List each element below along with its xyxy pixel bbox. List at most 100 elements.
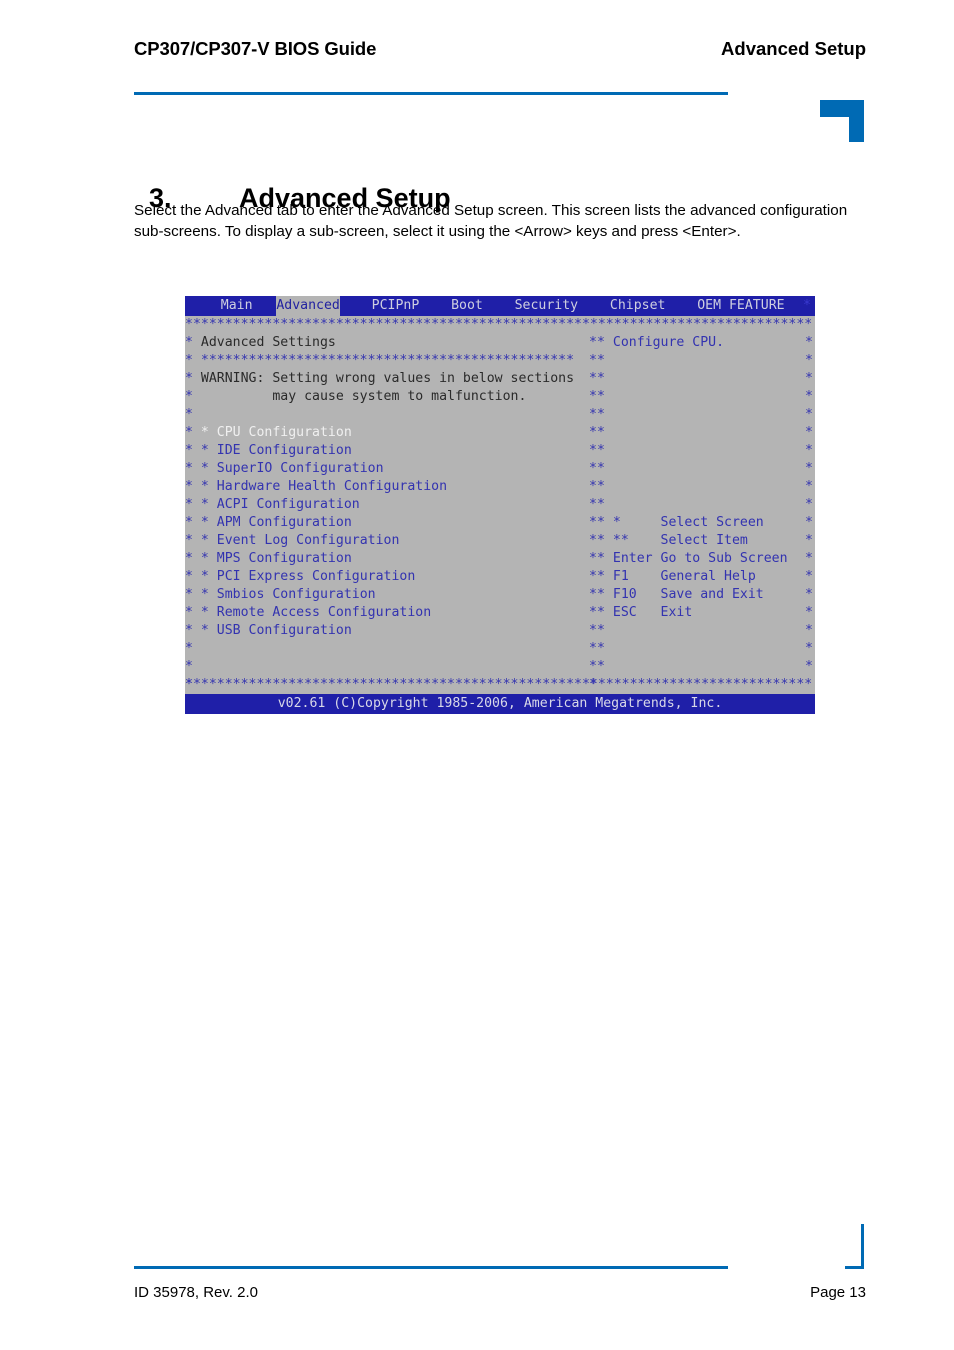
row-left-marker: *: [185, 659, 201, 674]
row-left-marker: *: [597, 335, 613, 350]
bios-key-hint-row-general-help[interactable]: * F1 General Help *: [597, 568, 815, 586]
row-right-marker: *: [589, 659, 597, 674]
bios-item-row-acpi-configuration[interactable]: * * ACPI Configuration *: [185, 496, 597, 514]
header-rule: [134, 92, 728, 95]
row-left-marker: *: [185, 587, 201, 602]
bios-item-row-usb-configuration[interactable]: * * USB Configuration *: [185, 622, 597, 640]
bios-item-label-apm-configuration: APM Configuration: [216, 515, 352, 530]
bios-item-row-apm-configuration[interactable]: * * APM Configuration *: [185, 514, 597, 532]
bios-key-hint-row-select-item[interactable]: * ** Select Item *: [597, 532, 815, 550]
row-right-marker: *: [589, 497, 597, 512]
row-right-marker: *: [805, 605, 813, 620]
bios-item-row-mps-configuration[interactable]: * * MPS Configuration *: [185, 550, 597, 568]
page-header: CP307/CP307-V BIOS Guide Advanced Setup: [0, 0, 954, 142]
bios-panels: * Advanced Settings * * ******************…: [185, 334, 815, 692]
row-right-marker: *: [589, 407, 597, 422]
row-right-marker: *: [589, 479, 597, 494]
submenu-arrow-icon: *: [200, 461, 217, 476]
bios-right-blank-row: * *: [597, 406, 815, 424]
bios-key-hint-row-exit[interactable]: * ESC Exit *: [597, 604, 815, 622]
bios-menu-tab-oem-feature[interactable]: OEM FEATURE: [697, 296, 784, 316]
bios-key-action-go-to-sub-screen: Go to Sub Screen: [660, 551, 788, 566]
bios-subseparator: ****************************************…: [200, 353, 575, 368]
row-right-marker: *: [805, 515, 813, 530]
bios-item-row-superio-configuration[interactable]: * * SuperIO Configuration *: [185, 460, 597, 478]
bios-warning-row-2: * may cause system to malfunction. *: [185, 388, 597, 406]
intro-paragraph: Select the Advanced tab to enter the Adv…: [134, 202, 848, 240]
submenu-arrow-icon: *: [200, 551, 217, 566]
row-left-marker: *: [597, 479, 613, 494]
bios-blank-row: * *: [185, 676, 597, 694]
bios-right-blank-row: * *: [597, 442, 815, 460]
row-left-marker: *: [185, 605, 201, 620]
row-right-marker: *: [589, 533, 597, 548]
submenu-arrow-icon: *: [200, 479, 217, 494]
row-right-marker: *: [805, 479, 813, 494]
row-left-marker: *: [185, 443, 201, 458]
row-left-marker: *: [597, 623, 613, 638]
bios-right-blank-row: * *: [597, 640, 815, 658]
row-left-marker: *: [597, 533, 613, 548]
corner-bar-vertical: [849, 100, 864, 142]
row-left-marker: *: [185, 641, 201, 656]
bios-item-row-smbios-configuration[interactable]: * * Smbios Configuration *: [185, 586, 597, 604]
bios-right-blank-row: * *: [597, 658, 815, 676]
row-left-marker: *: [185, 623, 201, 638]
row-right-marker: *: [589, 569, 597, 584]
bios-item-row-pci-express-configuration[interactable]: * * PCI Express Configuration *: [185, 568, 597, 586]
bios-menu-tab-chipset[interactable]: Chipset: [610, 296, 666, 316]
bios-warning-row-1: * WARNING: Setting wrong values in below…: [185, 370, 597, 388]
footer-document-id: ID 35978, Rev. 2.0: [134, 1284, 258, 1301]
bios-right-blank-row: * *: [597, 424, 815, 442]
bios-key-action-select-item: Select Item: [660, 533, 748, 548]
row-left-marker: *: [185, 407, 201, 422]
bios-menu-tab-boot[interactable]: Boot: [451, 296, 483, 316]
bios-item-row-cpu-configuration[interactable]: * * CPU Configuration *: [185, 424, 597, 442]
bios-item-label-ide-configuration: IDE Configuration: [216, 443, 352, 458]
bios-key-hint-row-go-to-sub-screen[interactable]: * Enter Go to Sub Screen *: [597, 550, 815, 568]
row-right-marker: *: [805, 641, 813, 656]
bios-right-blank-row: * *: [597, 496, 815, 514]
bios-item-label-mps-configuration: MPS Configuration: [216, 551, 352, 566]
bios-blank-row: * *: [185, 406, 597, 424]
row-right-marker: *: [589, 623, 597, 638]
row-right-marker: *: [589, 389, 597, 404]
row-right-marker: *: [589, 677, 597, 692]
row-left-marker: *: [185, 677, 201, 692]
bios-item-row-remote-access-configuration[interactable]: * * Remote Access Configuration *: [185, 604, 597, 622]
row-left-marker: *: [597, 389, 613, 404]
bios-item-row-event-log-configuration[interactable]: * * Event Log Configuration *: [185, 532, 597, 550]
bios-key-exit: ESC: [612, 605, 661, 620]
submenu-arrow-icon: *: [200, 443, 217, 458]
row-left-marker: *: [185, 335, 201, 350]
bios-key-save-and-exit: F10: [612, 587, 661, 602]
row-left-marker: *: [597, 371, 613, 386]
submenu-arrow-icon: *: [200, 515, 217, 530]
bios-menu-tab-advanced[interactable]: Advanced: [276, 296, 340, 316]
bios-menu-bar: Main Advanced PCIPnP Boot Security Chips…: [185, 296, 815, 316]
row-left-marker: *: [185, 533, 201, 548]
footer-bar-horizontal: [845, 1266, 864, 1269]
row-right-marker: *: [589, 515, 597, 530]
bios-key-hint-row-select-screen[interactable]: * * Select Screen *: [597, 514, 815, 532]
bios-panel-title-row: * Advanced Settings *: [185, 334, 597, 352]
bios-key-action-general-help: General Help: [660, 569, 756, 584]
row-right-marker: *: [805, 551, 813, 566]
bios-menu-tab-security[interactable]: Security: [515, 296, 579, 316]
row-right-marker: *: [589, 443, 597, 458]
bios-item-label-smbios-configuration: Smbios Configuration: [216, 587, 376, 602]
bios-right-blank-row: * *: [597, 352, 815, 370]
row-right-marker: *: [805, 623, 813, 638]
bios-menu-tab-pcipnp[interactable]: PCIPnP: [372, 296, 420, 316]
row-right-marker: *: [589, 551, 597, 566]
bios-right-blank-row: * *: [597, 370, 815, 388]
row-left-marker: *: [597, 515, 613, 530]
bios-item-row-ide-configuration[interactable]: * * IDE Configuration *: [185, 442, 597, 460]
row-right-marker: *: [805, 569, 813, 584]
footer-rule: [134, 1266, 728, 1269]
row-right-marker: *: [589, 461, 597, 476]
bios-key-hint-row-save-and-exit[interactable]: * F10 Save and Exit *: [597, 586, 815, 604]
bios-menu-tab-main[interactable]: Main: [221, 296, 253, 316]
submenu-arrow-icon: *: [200, 569, 217, 584]
bios-item-row-hardware-health-configuration[interactable]: * * Hardware Health Configuration *: [185, 478, 597, 496]
